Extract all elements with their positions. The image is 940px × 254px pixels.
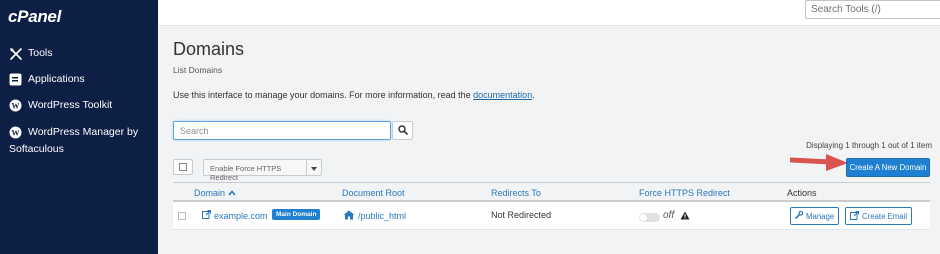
pagination-info: Displaying 1 through 1 out of 1 item (806, 141, 932, 150)
documentation-link[interactable]: documentation (473, 90, 532, 100)
page-subtitle: List Domains (173, 65, 223, 75)
column-header-document-root[interactable]: Document Root (342, 188, 405, 198)
domain-search-input[interactable]: Search (173, 121, 391, 140)
caret-down-icon (311, 163, 317, 173)
domains-table: Domain Document Root Redirects To Force … (173, 182, 930, 230)
column-header-domain[interactable]: Domain (194, 188, 236, 198)
external-link-icon (850, 210, 859, 222)
tools-icon (9, 47, 22, 60)
redirects-to-value: Not Redirected (491, 210, 552, 220)
svg-text:W: W (12, 102, 20, 111)
intro-text-end: . (532, 90, 535, 100)
select-all-checkbox[interactable] (173, 159, 193, 175)
search-tools-input[interactable]: Search Tools (/) (805, 0, 940, 19)
create-email-button[interactable]: Create Email (845, 207, 913, 225)
sidebar-item-label: Tools (28, 47, 53, 59)
row-checkbox[interactable] (178, 212, 186, 220)
sort-asc-icon (228, 188, 236, 198)
applications-icon (9, 73, 22, 86)
intro-text-body: Use this interface to manage your domain… (173, 90, 474, 100)
column-header-redirects-to[interactable]: Redirects To (491, 188, 541, 198)
wordpress-icon: W (9, 99, 22, 112)
sidebar-item-label: WordPress Toolkit (28, 99, 113, 111)
document-root-link[interactable]: /public_html (343, 210, 406, 222)
warning-icon (680, 211, 690, 222)
sidebar-item-label: WordPress Manager by Softaculous (9, 126, 139, 155)
domain-name: example.com (214, 210, 268, 221)
sidebar-item-label: Applications (28, 73, 85, 85)
column-header-force-https[interactable]: Force HTTPS Redirect (639, 188, 730, 198)
home-icon (343, 210, 355, 222)
column-header-actions: Actions (787, 188, 817, 198)
sidebar-item-tools[interactable]: Tools (9, 45, 158, 62)
sidebar: cPanel Tools Applications W WordPress To… (0, 0, 158, 254)
force-https-button[interactable]: Enable Force HTTPS Redirect (203, 159, 307, 182)
force-https-state: off (663, 210, 675, 221)
annotation-arrow-icon (788, 152, 850, 174)
force-https-dropdown[interactable] (307, 159, 322, 176)
create-new-domain-button[interactable]: Create A New Domain (846, 158, 930, 177)
page-title: Domains (173, 39, 245, 59)
table-header: Domain Document Root Redirects To Force … (173, 182, 930, 202)
sidebar-item-wordpress-manager[interactable]: W WordPress Manager by Softaculous (9, 124, 159, 158)
wrench-icon (795, 210, 804, 221)
sidebar-item-applications[interactable]: Applications (9, 71, 158, 88)
manage-button[interactable]: Manage (790, 207, 840, 225)
cpanel-logo[interactable]: cPanel (8, 7, 61, 27)
external-link-icon (202, 210, 211, 221)
search-icon (397, 124, 408, 137)
search-button[interactable] (392, 121, 413, 140)
force-https-toggle[interactable] (639, 213, 660, 222)
intro-text: Use this interface to manage your domain… (173, 90, 535, 100)
sidebar-item-wordpress-toolkit[interactable]: W WordPress Toolkit (9, 97, 158, 114)
document-root-path: /public_html (358, 211, 407, 221)
create-email-label: Create Email (862, 211, 908, 221)
manage-label: Manage (806, 211, 835, 221)
top-bar: Search Tools (/) (158, 0, 940, 26)
domain-link[interactable]: example.com (202, 210, 268, 221)
main-content: Domains List Domains Use this interface … (158, 27, 940, 254)
table-row: example.com Main Domain /public_html Not… (173, 202, 930, 230)
column-header-label: Domain (194, 188, 226, 198)
main-domain-badge: Main Domain (272, 209, 321, 220)
